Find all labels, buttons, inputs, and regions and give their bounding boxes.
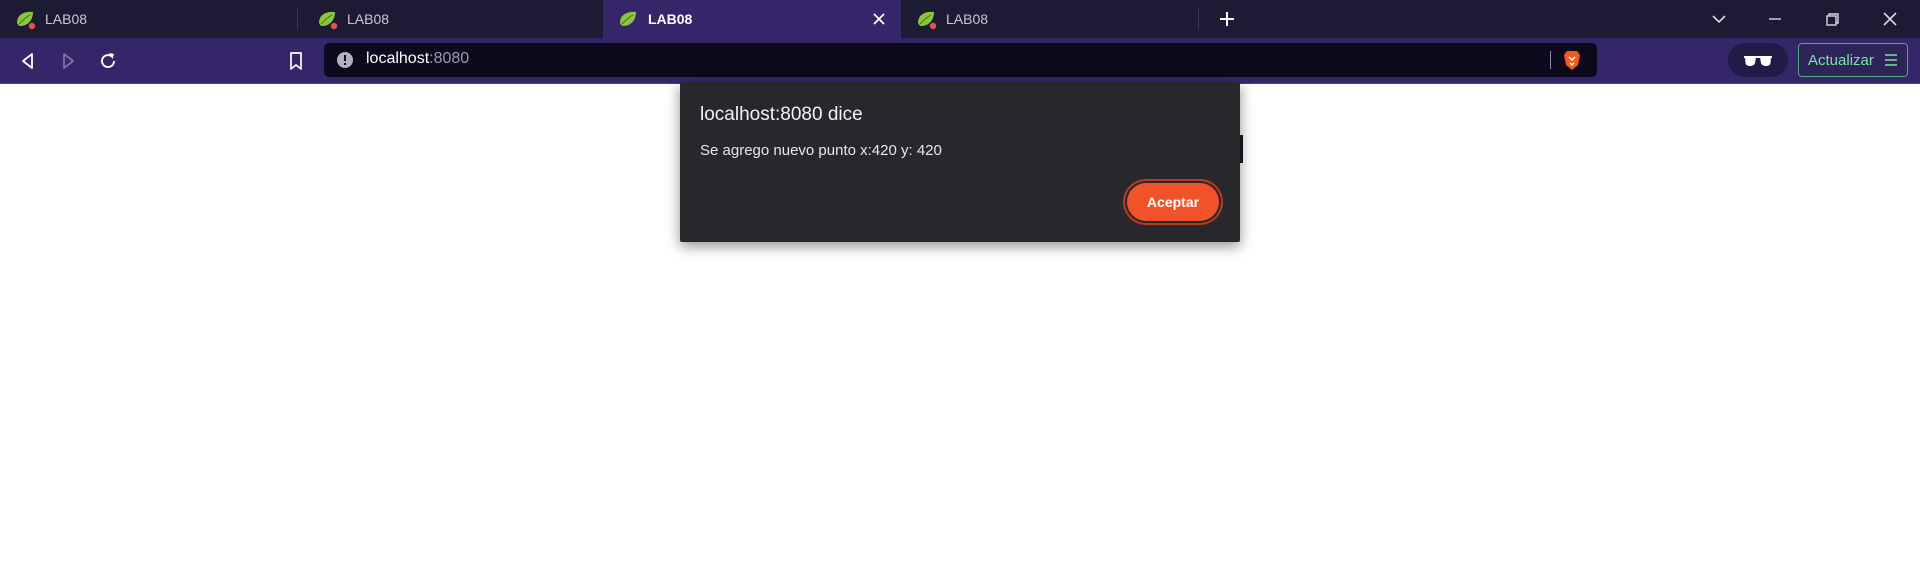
update-label: Actualizar bbox=[1808, 51, 1874, 69]
minimize-icon[interactable] bbox=[1762, 6, 1788, 32]
tab-3-active[interactable]: LAB08 bbox=[603, 0, 901, 38]
dialog-title: localhost:8080 dice bbox=[700, 104, 863, 125]
url-host: localhost bbox=[366, 50, 430, 67]
alert-dialog: localhost:8080 dice Se agrego nuevo punt… bbox=[680, 82, 1240, 242]
tab-title: LAB08 bbox=[347, 11, 390, 27]
tab-4[interactable]: LAB08 bbox=[901, 0, 1199, 38]
back-icon[interactable] bbox=[16, 49, 40, 73]
dialog-message: Se agrego nuevo punto x:420 y: 420 bbox=[700, 142, 942, 159]
tab-1[interactable]: LAB08 bbox=[0, 0, 298, 38]
close-window-icon[interactable] bbox=[1877, 6, 1903, 32]
spring-leaf-icon bbox=[617, 8, 639, 30]
url-port: :8080 bbox=[429, 50, 470, 67]
menu-icon bbox=[1884, 53, 1898, 67]
site-info-icon[interactable] bbox=[336, 51, 354, 69]
brave-shields-icon[interactable] bbox=[1561, 49, 1583, 71]
tab-separator bbox=[1198, 9, 1199, 29]
accept-button[interactable]: Aceptar bbox=[1127, 183, 1219, 221]
restore-icon[interactable] bbox=[1819, 6, 1845, 32]
close-tab-icon[interactable] bbox=[869, 9, 889, 29]
forward-icon[interactable] bbox=[56, 49, 80, 73]
spring-leaf-icon bbox=[915, 8, 937, 30]
spring-leaf-icon bbox=[316, 8, 338, 30]
tab-strip: LAB08 LAB08 LAB08 LAB08 bbox=[0, 0, 1920, 38]
dialog-shadow-edge bbox=[1240, 135, 1243, 163]
spring-leaf-icon bbox=[14, 8, 36, 30]
bookmark-icon[interactable] bbox=[284, 49, 308, 73]
url-text[interactable]: localhost:8080 bbox=[366, 50, 469, 68]
tab-title: LAB08 bbox=[946, 11, 989, 27]
private-window-glasses-icon[interactable] bbox=[1728, 43, 1788, 77]
tab-search-chevron-icon[interactable] bbox=[1706, 6, 1732, 32]
reload-icon[interactable] bbox=[96, 49, 120, 73]
tab-title: LAB08 bbox=[648, 11, 693, 27]
address-bar[interactable]: localhost:8080 bbox=[324, 43, 1597, 77]
address-divider bbox=[1550, 51, 1551, 69]
browser-toolbar: localhost:8080 Actualizar bbox=[0, 38, 1920, 84]
update-button[interactable]: Actualizar bbox=[1798, 43, 1908, 77]
new-tab-icon[interactable] bbox=[1214, 6, 1240, 32]
tab-2[interactable]: LAB08 bbox=[302, 0, 600, 38]
tab-separator bbox=[297, 9, 298, 29]
tab-title: LAB08 bbox=[45, 11, 88, 27]
